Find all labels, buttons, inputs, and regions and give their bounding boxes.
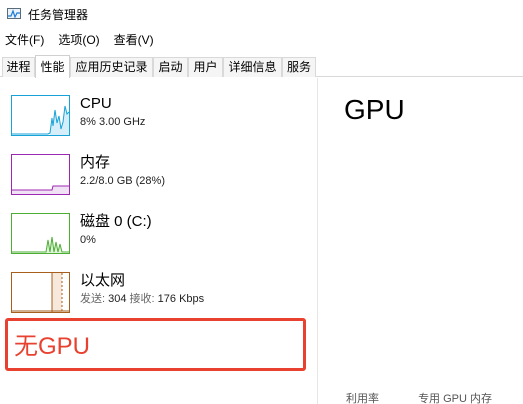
disk-detail: 0% xyxy=(80,234,96,246)
ethernet-recv-label: 接收: xyxy=(129,293,155,305)
ethernet-send-value: 304 xyxy=(108,293,127,305)
cpu-label: CPU xyxy=(80,95,112,112)
menu-options[interactable]: 选项(O) xyxy=(52,30,105,50)
disk-thumbnail-graph xyxy=(11,213,70,254)
ethernet-detail: 发送: 304 接收: 176 Kbps xyxy=(80,292,204,306)
menu-file[interactable]: 文件(F) xyxy=(0,30,50,50)
title-bar: 任务管理器 xyxy=(0,0,523,28)
detail-pane: GPU 利用率 专用 GPU 内存 驱 xyxy=(319,78,523,404)
tab-details[interactable]: 详细信息 xyxy=(223,57,282,77)
tab-app-history[interactable]: 应用历史记录 xyxy=(70,57,153,77)
task-manager-icon xyxy=(6,6,22,22)
menu-bar: 文件(F) 选项(O) 查看(V) xyxy=(0,30,523,50)
ethernet-send-label: 发送: xyxy=(80,293,106,305)
memory-thumbnail-graph xyxy=(11,154,70,195)
tab-performance[interactable]: 性能 xyxy=(35,55,70,78)
task-manager-window: 任务管理器 文件(F) 选项(O) 查看(V) 进程 性能 应用历史记录 启动 … xyxy=(0,0,523,404)
perf-item-memory[interactable]: 内存 2.2/8.0 GB (28%) xyxy=(0,154,318,210)
cpu-detail: 8% 3.00 GHz xyxy=(80,116,146,128)
no-gpu-annotation-box: 无GPU xyxy=(5,318,306,371)
tab-bar: 进程 性能 应用历史记录 启动 用户 详细信息 服务 xyxy=(0,55,523,78)
dedicated-gpu-memory-label: 专用 GPU 内存 xyxy=(418,393,493,404)
cpu-thumbnail-graph xyxy=(11,95,70,136)
tab-services[interactable]: 服务 xyxy=(282,57,316,77)
no-gpu-annotation-text: 无GPU xyxy=(14,333,91,360)
ethernet-label: 以太网 xyxy=(80,272,126,289)
memory-label: 内存 xyxy=(80,154,111,171)
tab-processes[interactable]: 进程 xyxy=(2,57,35,77)
tab-startup[interactable]: 启动 xyxy=(153,57,188,77)
utilization-label: 利用率 xyxy=(346,393,379,404)
window-title: 任务管理器 xyxy=(28,7,89,22)
memory-detail: 2.2/8.0 GB (28%) xyxy=(80,175,165,187)
ethernet-thumbnail-graph xyxy=(11,272,70,313)
tab-users[interactable]: 用户 xyxy=(188,57,223,77)
menu-view[interactable]: 查看(V) xyxy=(108,30,160,50)
perf-item-cpu[interactable]: CPU 8% 3.00 GHz xyxy=(0,95,318,151)
ethernet-recv-value: 176 Kbps xyxy=(157,293,205,305)
disk-label: 磁盘 0 (C:) xyxy=(80,213,152,230)
perf-item-disk[interactable]: 磁盘 0 (C:) 0% xyxy=(0,213,318,269)
detail-footer: 利用率 专用 GPU 内存 驱 xyxy=(346,390,523,404)
page-title: GPU xyxy=(344,94,405,125)
performance-sidebar: CPU 8% 3.00 GHz 内存 2.2/8.0 GB (28%) 磁盘 0… xyxy=(0,78,318,404)
